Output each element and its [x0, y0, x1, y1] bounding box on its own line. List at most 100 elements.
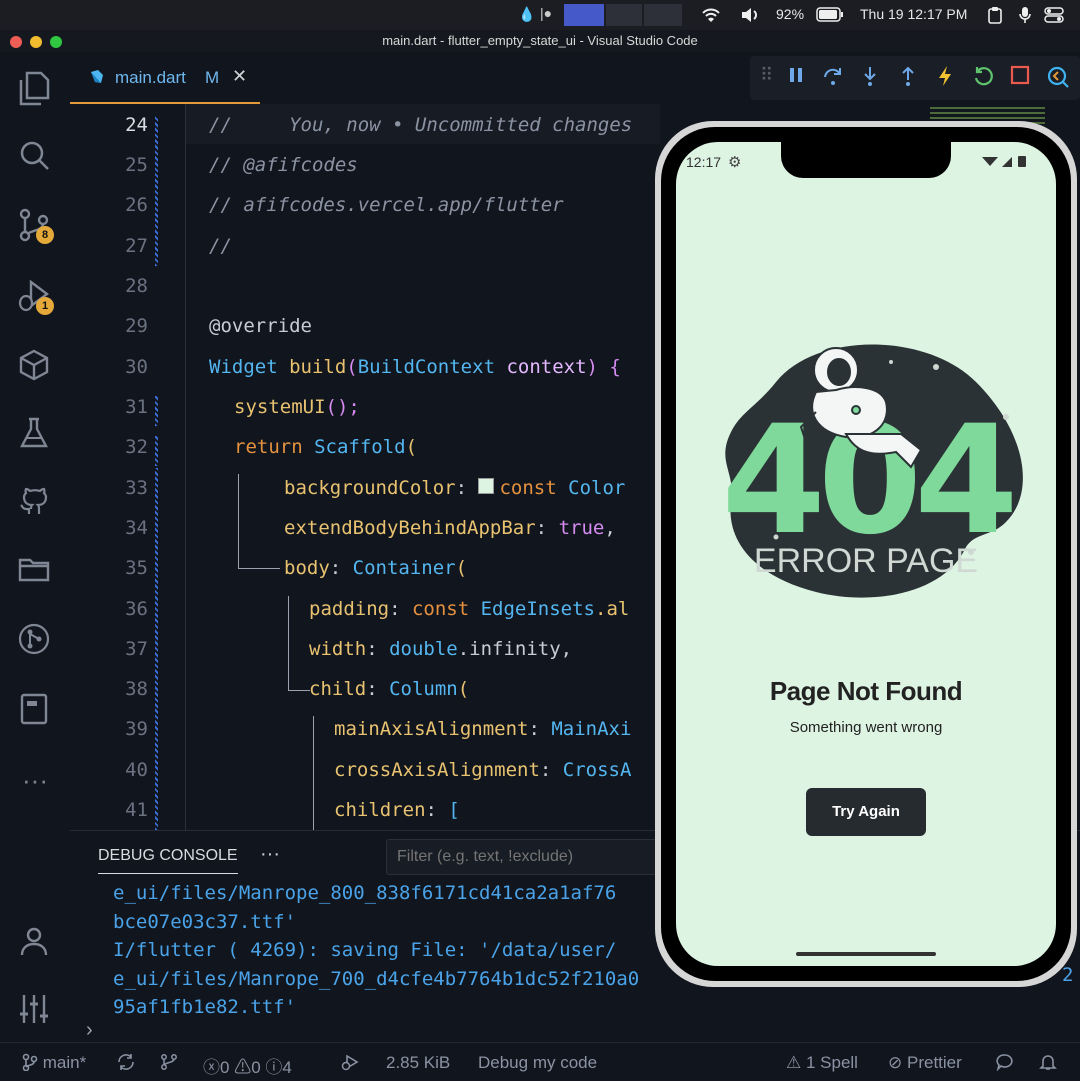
menu-clock[interactable]: Thu 19 12:17 PM	[860, 6, 967, 22]
run-debug-icon[interactable]: 1	[17, 278, 54, 315]
volume-icon[interactable]	[740, 6, 762, 27]
drag-handle-icon[interactable]: ⠿	[760, 65, 773, 86]
wifi-icon[interactable]	[700, 6, 722, 27]
code-line: // @afifcodes	[209, 154, 358, 176]
zoom-window-button[interactable]	[50, 36, 62, 48]
home-indicator[interactable]	[796, 952, 936, 956]
battery-icon[interactable]	[816, 7, 844, 25]
source-control-icon[interactable]: 8	[17, 208, 54, 244]
console-prompt-chevron-icon[interactable]: ›	[86, 1019, 93, 1042]
git-change-marker	[155, 436, 158, 466]
scm-badge: 8	[36, 226, 54, 244]
widget-guide	[313, 716, 314, 830]
code-line: mainAxisAlignment: MainAxi	[334, 718, 632, 740]
phone-simulator: 12:17 ⚙ 404 ERROR PAGE Page Not Found So…	[655, 121, 1077, 987]
hot-reload-icon[interactable]	[936, 65, 954, 93]
record-indicator-icon[interactable]: |●	[540, 5, 552, 21]
code-editor[interactable]: 24 // You, now • Uncommitted changes 25 …	[70, 104, 660, 830]
step-into-icon[interactable]	[860, 65, 880, 93]
line-number: 29	[125, 315, 148, 337]
warning-count: 0	[251, 1058, 261, 1077]
settings-gear-icon: ⚙	[728, 154, 742, 171]
line-number: 31	[125, 396, 148, 418]
file-size: 2.85 KiB	[386, 1053, 451, 1072]
extensions-cube-icon[interactable]	[17, 348, 53, 384]
spell-item[interactable]: ⚠ 1 Spell	[786, 1053, 858, 1073]
step-over-icon[interactable]	[822, 65, 844, 93]
console-filter-input[interactable]	[386, 839, 688, 875]
line-number: 40	[125, 759, 148, 781]
try-again-button[interactable]: Try Again	[806, 788, 926, 836]
space-2[interactable]	[606, 4, 642, 26]
color-swatch[interactable]	[478, 478, 495, 494]
space-3[interactable]	[644, 4, 682, 26]
drop-icon[interactable]: 💧	[518, 6, 535, 23]
code-line: crossAxisAlignment: CrossA	[334, 759, 632, 781]
git-graph-status-icon[interactable]	[160, 1053, 178, 1076]
more-icon[interactable]: ···	[17, 762, 53, 798]
branch-name: main*	[42, 1053, 87, 1072]
window-title: main.dart - flutter_empty_state_ui - Vis…	[382, 33, 698, 48]
pause-icon[interactable]	[788, 65, 804, 91]
settings-sliders-icon[interactable]	[17, 992, 53, 1028]
close-tab-icon[interactable]: ✕	[232, 66, 247, 87]
console-output: e_ui/files/Manrope_800_838f6171cd41ca2a1…	[113, 882, 640, 1018]
debug-run-icon[interactable]	[340, 1053, 362, 1076]
line-number: 37	[125, 638, 148, 660]
line-number: 35	[125, 557, 148, 579]
code-line: children: [	[334, 799, 460, 821]
panel-more-icon[interactable]: ···	[260, 843, 280, 866]
error-count: 0	[220, 1058, 230, 1077]
widget-guide	[238, 568, 280, 569]
tab-main-dart[interactable]: main.dart M ✕	[70, 52, 260, 104]
explorer-icon[interactable]	[17, 70, 53, 106]
testing-flask-icon[interactable]	[17, 416, 53, 452]
prettier-item[interactable]: ⊘ Prettier	[888, 1053, 962, 1073]
stop-icon[interactable]	[1010, 65, 1030, 91]
info-icon: ⓘ	[265, 1058, 283, 1077]
github-icon[interactable]	[17, 484, 53, 520]
tab-filename: main.dart	[115, 68, 186, 87]
launch-config[interactable]: Debug my code	[478, 1053, 597, 1073]
code-line: systemUI();	[234, 396, 360, 418]
search-icon[interactable]	[17, 138, 53, 174]
branch-item[interactable]: main*	[22, 1053, 86, 1073]
restart-icon[interactable]	[972, 65, 994, 93]
info-count: 4	[282, 1058, 292, 1077]
warning-icon: ⚠	[234, 1058, 252, 1077]
app-screen[interactable]: 12:17 ⚙ 404 ERROR PAGE Page Not Found So…	[676, 142, 1056, 966]
sync-icon[interactable]	[116, 1053, 136, 1076]
console-output-tail: 2	[1062, 964, 1074, 986]
battery-percent: 92%	[776, 6, 805, 22]
code-line: //	[209, 235, 232, 257]
line-number: 34	[125, 517, 148, 539]
flutter-devtools-icon[interactable]	[1046, 65, 1070, 95]
debug-console-tab[interactable]: DEBUG CONSOLE	[98, 847, 238, 874]
error-illustration: 404 ERROR PAGE	[706, 322, 1026, 612]
minimize-window-button[interactable]	[30, 36, 42, 48]
line-number: 30	[125, 356, 148, 378]
code-line: width: double.infinity,	[309, 638, 573, 660]
step-out-icon[interactable]	[898, 65, 918, 93]
spaces-indicator[interactable]	[564, 4, 604, 26]
microphone-icon[interactable]	[1018, 6, 1032, 27]
clipboard-icon[interactable]	[988, 6, 1002, 27]
activity-bar: 8 1 ···	[0, 52, 70, 1042]
git-graph-icon[interactable]	[17, 622, 53, 658]
code-line: child: Column(	[309, 678, 470, 700]
mac-menu-bar: 💧 |● 92% Thu 19 12:17 PM	[0, 0, 1080, 30]
control-center-icon[interactable]	[1044, 6, 1064, 27]
page-title: Page Not Found	[769, 676, 963, 706]
feedback-icon[interactable]	[996, 1053, 1014, 1076]
code-line: body: Container(	[284, 557, 468, 579]
folder-icon[interactable]	[17, 552, 53, 588]
notebook-icon[interactable]	[17, 692, 53, 728]
code-line: // afifcodes.vercel.app/flutter	[209, 194, 564, 216]
debug-toolbar: ⠿	[750, 56, 1080, 100]
problems-item[interactable]: ⓧ0 ⚠0 ⓘ4	[203, 1053, 292, 1078]
account-icon[interactable]	[17, 924, 53, 960]
line-number: 24	[125, 114, 148, 136]
signal-icon	[980, 154, 1030, 173]
close-window-button[interactable]	[10, 36, 22, 48]
notifications-bell-icon[interactable]	[1039, 1053, 1057, 1076]
